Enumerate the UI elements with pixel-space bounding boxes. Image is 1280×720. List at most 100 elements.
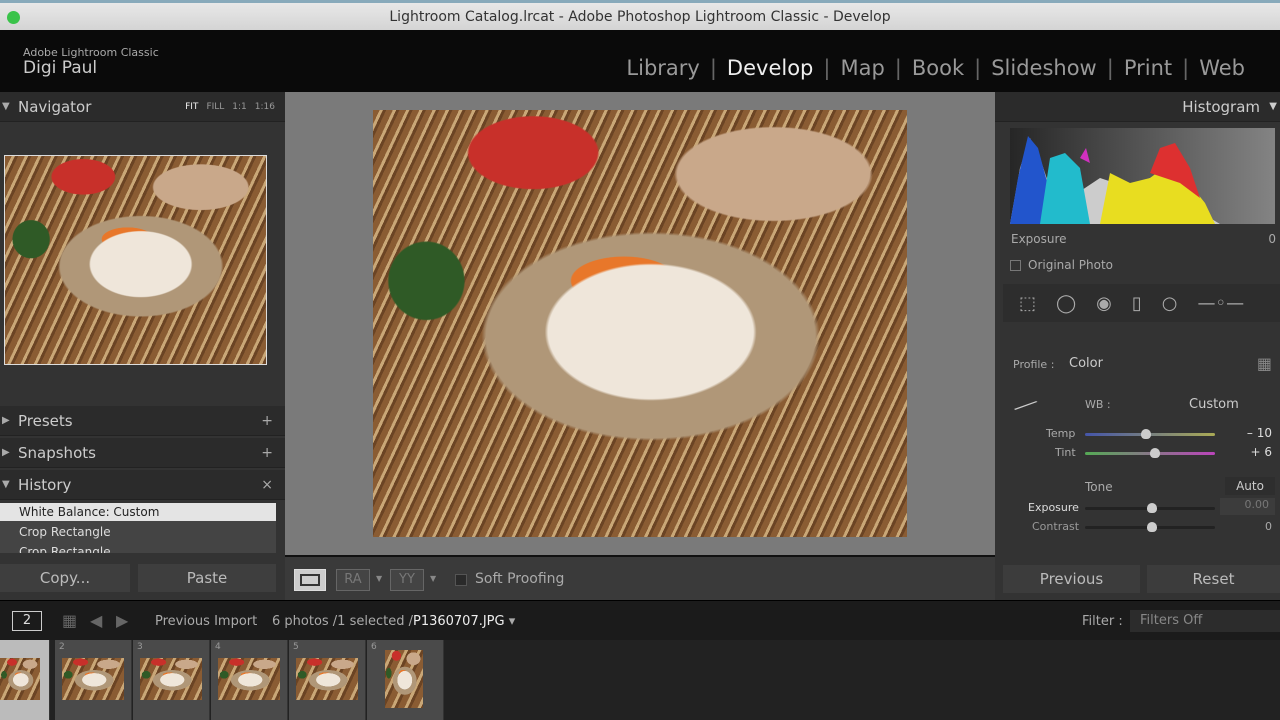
filmstrip: 2 3 4 5 6	[0, 640, 1280, 720]
contrast-label: Contrast	[1032, 520, 1080, 533]
title-bar: Lightroom Catalog.lrcat - Adobe Photosho…	[0, 0, 1280, 30]
original-photo-checkbox[interactable]	[1010, 260, 1021, 271]
add-preset-icon[interactable]: +	[261, 413, 273, 429]
presets-header[interactable]: ▶ Presets +	[0, 406, 285, 436]
grid-icon[interactable]: ▦	[62, 611, 77, 630]
filmstrip-thumbnail[interactable]: 3	[133, 640, 210, 720]
chevron-down-icon[interactable]: ▼	[376, 574, 382, 583]
zoom-1-16[interactable]: 1:16	[255, 102, 275, 112]
radial-filter-icon[interactable]: ○	[1162, 293, 1178, 314]
filmstrip-thumbnail[interactable]: 2	[55, 640, 132, 720]
reset-button[interactable]: Reset	[1147, 565, 1280, 593]
wb-label: WB :	[1085, 398, 1111, 411]
loupe-view-button[interactable]	[294, 569, 326, 591]
profile-dropdown[interactable]: Color	[1069, 356, 1103, 371]
soft-proofing-checkbox[interactable]	[455, 574, 467, 586]
module-book[interactable]: Book	[902, 56, 974, 80]
clear-history-icon[interactable]: ×	[261, 477, 273, 493]
secondary-display-button[interactable]: 2	[12, 611, 42, 631]
thumbnail-image	[218, 658, 280, 700]
zoom-fill[interactable]: FILL	[206, 102, 224, 112]
temp-value[interactable]: – 10	[1247, 426, 1272, 440]
tint-value[interactable]: + 6	[1250, 445, 1272, 459]
forward-arrow-icon[interactable]: ▶	[116, 611, 128, 630]
temp-label: Temp	[1046, 427, 1076, 440]
zoom-fit[interactable]: FIT	[185, 102, 198, 112]
spot-removal-icon[interactable]: ◯	[1056, 293, 1076, 314]
history-title: History	[18, 475, 72, 494]
tint-label: Tint	[1055, 446, 1076, 459]
snapshots-header[interactable]: ▶ Snapshots +	[0, 438, 285, 468]
add-snapshot-icon[interactable]: +	[261, 445, 273, 461]
module-print[interactable]: Print	[1114, 56, 1182, 80]
thumbnail-image	[62, 658, 124, 700]
tool-strip: ⬚ ◯ ◉ ▯ ○ —◦—	[1003, 284, 1280, 322]
slider-thumb[interactable]	[1147, 522, 1157, 532]
snapshots-title: Snapshots	[18, 443, 96, 462]
filmstrip-thumbnail[interactable]: 4	[211, 640, 288, 720]
tone-label: Tone	[1085, 480, 1113, 494]
navigator-preview[interactable]	[4, 155, 267, 365]
cell-number: 3	[137, 642, 143, 652]
navigator-header[interactable]: ▼ Navigator FIT FILL 1:1 1:16	[0, 92, 285, 122]
module-develop[interactable]: Develop	[717, 56, 823, 80]
history-header[interactable]: ▼ History ×	[0, 470, 285, 500]
filmstrip-thumbnail[interactable]	[0, 640, 50, 720]
zoom-1-1[interactable]: 1:1	[232, 102, 246, 112]
module-slideshow[interactable]: Slideshow	[981, 56, 1107, 80]
identity-plate: Adobe Lightroom Classic Digi Paul Librar…	[0, 30, 1280, 92]
previous-button[interactable]: Previous	[1003, 565, 1140, 593]
graduated-filter-icon[interactable]: ▯	[1132, 293, 1142, 314]
module-map[interactable]: Map	[830, 56, 894, 80]
temp-slider[interactable]	[1085, 429, 1215, 439]
thumbnail-image	[296, 658, 358, 700]
before-after-split-button[interactable]: YY	[390, 569, 424, 591]
eyedropper-icon[interactable]: ⟋	[1011, 390, 1040, 423]
paste-button[interactable]: Paste	[138, 564, 276, 592]
exposure-value[interactable]: 0.00	[1220, 498, 1275, 515]
history-item[interactable]: Crop Rectangle	[0, 521, 276, 543]
exposure-slider[interactable]	[1085, 503, 1215, 513]
left-panel: ▼ Navigator FIT FILL 1:1 1:16 ▶ Presets + ▶ Sna…	[0, 92, 285, 600]
adjustment-brush-icon[interactable]: —◦—	[1198, 293, 1245, 314]
wb-dropdown[interactable]: Custom	[1189, 397, 1239, 412]
selected-filename[interactable]: P1360707.JPG	[413, 614, 505, 629]
slider-thumb[interactable]	[1150, 448, 1160, 458]
tint-slider[interactable]	[1085, 448, 1215, 458]
filter-dropdown[interactable]: Filters Off	[1130, 610, 1280, 632]
profile-browser-icon[interactable]: ▦	[1257, 354, 1272, 373]
navigator-title: Navigator	[18, 97, 92, 116]
chevron-down-icon[interactable]: ▼	[430, 574, 436, 583]
module-web[interactable]: Web	[1189, 56, 1255, 80]
photo-count: 6 photos /1 selected /	[272, 614, 413, 629]
histogram-exposure-label: Exposure	[1011, 232, 1067, 246]
expand-icon: ▶	[2, 415, 10, 426]
module-library[interactable]: Library	[616, 56, 709, 80]
red-eye-icon[interactable]: ◉	[1096, 293, 1112, 314]
chevron-down-icon[interactable]: ▾	[509, 614, 516, 629]
crop-icon[interactable]: ⬚	[1019, 293, 1036, 314]
slider-thumb[interactable]	[1147, 503, 1157, 513]
contrast-value[interactable]: 0	[1265, 520, 1272, 533]
original-photo-label: Original Photo	[1028, 258, 1114, 272]
histogram-header[interactable]: Histogram ▼	[995, 92, 1280, 122]
thumbnail-image	[385, 650, 423, 708]
history-item[interactable]: Crop Rectangle	[0, 543, 276, 553]
slider-thumb[interactable]	[1141, 429, 1151, 439]
cell-number: 6	[371, 642, 377, 652]
filmstrip-thumbnail[interactable]: 6	[367, 640, 444, 720]
history-item[interactable]: White Balance: Custom	[0, 503, 276, 521]
auto-tone-button[interactable]: Auto	[1225, 477, 1275, 495]
right-panel: Histogram ▼ Exposure 0 Original Photo ⬚ ◯ ◉…	[995, 92, 1280, 600]
cell-number: 4	[215, 642, 221, 652]
source-label[interactable]: Previous Import	[155, 614, 257, 629]
contrast-slider[interactable]	[1085, 522, 1215, 532]
copy-button[interactable]: Copy...	[0, 564, 130, 592]
presets-title: Presets	[18, 411, 73, 430]
main-photo[interactable]	[373, 110, 907, 537]
filmstrip-thumbnail[interactable]: 5	[289, 640, 366, 720]
user-name: Digi Paul	[23, 58, 98, 78]
profile-label: Profile :	[1013, 358, 1055, 371]
before-after-button[interactable]: RA	[336, 569, 370, 591]
back-arrow-icon[interactable]: ◀	[90, 611, 102, 630]
